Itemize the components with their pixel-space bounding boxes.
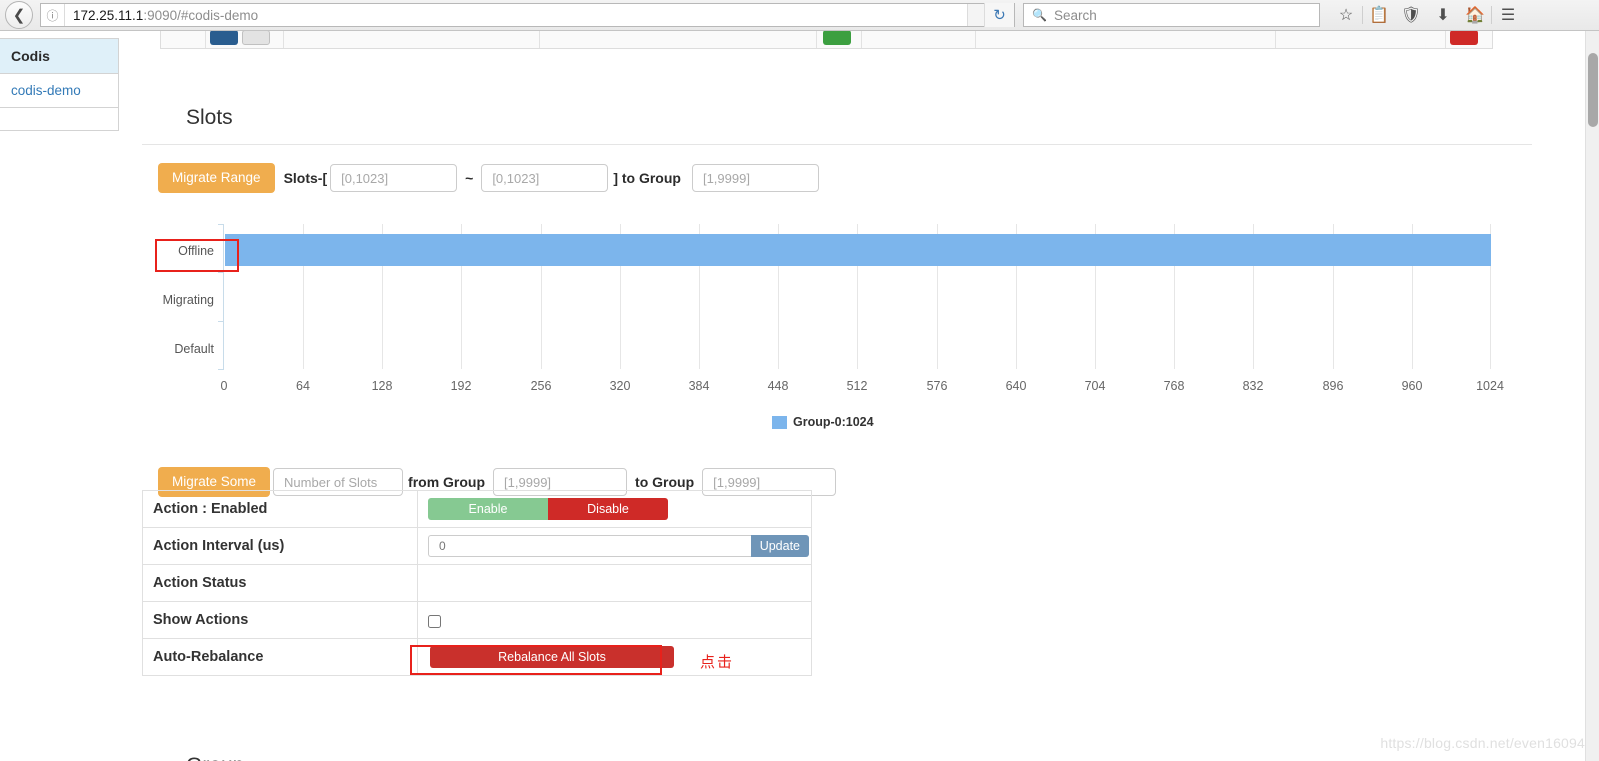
back-arrow-icon[interactable]: ❮ — [5, 1, 33, 29]
sidebar-header: Codis — [0, 39, 118, 74]
migrate-range-button[interactable]: Migrate Range — [158, 163, 275, 194]
chart-xtick-2: 128 — [371, 379, 393, 393]
table-row-action-status: Action Status — [142, 564, 812, 602]
slots-to-input[interactable] — [481, 164, 609, 193]
legend-swatch-group-0 — [772, 415, 787, 429]
chart-ylabel-default: Default — [174, 342, 214, 356]
chart-xtick-8: 512 — [846, 379, 868, 393]
group-section-title: Group — [142, 696, 1532, 761]
update-button[interactable]: Update — [750, 535, 809, 557]
chart-xtick-5: 320 — [609, 379, 631, 393]
row-value-action-status — [417, 564, 812, 602]
pocket-shield-icon[interactable]: 🛡 — [1395, 1, 1427, 29]
show-actions-checkbox[interactable] — [428, 614, 441, 628]
row-label-action-interval: Action Interval (us) — [142, 527, 418, 565]
migrate-range-row: Migrate Range Slots-[ ~ ] to Group — [142, 145, 1532, 194]
row-value-action-interval: Update — [417, 527, 812, 565]
scrollbar-thumb[interactable] — [1588, 53, 1598, 127]
row-label-action-status: Action Status — [142, 564, 418, 602]
disable-button[interactable]: Disable — [548, 498, 668, 520]
chart-xtick-10: 640 — [1005, 379, 1027, 393]
chart-xtick-7: 448 — [767, 379, 789, 393]
menu-hamburger-icon[interactable]: ☰ — [1492, 1, 1524, 29]
chart-xtick-1: 64 — [296, 379, 310, 393]
slots-range-label-suffix: ] to Group — [613, 170, 681, 187]
chart-xtick-4: 256 — [530, 379, 552, 393]
rebalance-button-highlight — [410, 645, 662, 675]
table-row-action-enabled: Action : Enabled Enable Disable — [142, 490, 812, 528]
search-placeholder: Search — [1053, 7, 1097, 23]
table-row-action-interval: Action Interval (us) Update — [142, 527, 812, 565]
url-path: :9090/#codis-demo — [143, 7, 259, 23]
chart-xtick-12: 768 — [1163, 379, 1185, 393]
search-icon: 🔍 — [1032, 8, 1047, 22]
browser-toolbar: ❮ ⓘ 172.25.11.1:9090/#codis-demo ↻ 🔍 Sea… — [0, 0, 1599, 31]
chart-xtick-0: 0 — [220, 379, 228, 393]
row-value-show-actions — [417, 601, 812, 639]
chart-xtick-11: 704 — [1084, 379, 1106, 393]
download-arrow-icon[interactable]: ⬇ — [1427, 1, 1459, 29]
chart-bar-group-0 — [225, 234, 1491, 266]
url-text: 172.25.11.1:9090/#codis-demo — [65, 8, 258, 23]
page-info-icon[interactable]: ⓘ — [41, 4, 65, 26]
browser-toolbar-icons: ☆ 📋 🛡 ⬇ 🏠 ☰ — [1330, 1, 1524, 29]
click-annotation: 点击 — [700, 654, 735, 671]
slots-distribution-chart: Offline Migrating Default 0 64 128 192 2… — [142, 217, 1542, 447]
chart-xtick-16: 1024 — [1476, 379, 1504, 393]
chart-ylabel-migrating: Migrating — [162, 293, 214, 307]
to-group-label: to Group — [635, 474, 695, 491]
main-content: Slots Migrate Range Slots-[ ~ ] to Group — [142, 31, 1532, 194]
chart-xtick-3: 192 — [450, 379, 472, 393]
table-row-show-actions: Show Actions — [142, 601, 812, 639]
home-icon[interactable]: 🏠 — [1459, 1, 1491, 29]
row-label-auto-rebalance: Auto-Rebalance — [142, 638, 418, 676]
legend-label-group-0: Group-0:1024 — [793, 415, 874, 429]
row-label-show-actions: Show Actions — [142, 601, 418, 639]
sidebar-item-codis-demo[interactable]: codis-demo — [0, 74, 118, 108]
enable-button[interactable]: Enable — [428, 498, 548, 520]
from-group-label: from Group — [408, 474, 486, 491]
chart-xtick-14: 896 — [1322, 379, 1344, 393]
bookmark-star-icon[interactable]: ☆ — [1330, 1, 1362, 29]
reload-icon[interactable]: ↻ — [984, 3, 1014, 27]
sidebar: Codis codis-demo — [0, 38, 119, 131]
search-input[interactable]: 🔍 Search — [1023, 3, 1320, 27]
range-separator: ~ — [465, 170, 474, 187]
slots-section-title: Slots — [142, 31, 1532, 145]
sidebar-filler — [0, 108, 118, 130]
chart-plot-area: Offline Migrating Default 0 64 128 192 2… — [163, 224, 1504, 393]
address-bar[interactable]: ⓘ 172.25.11.1:9090/#codis-demo ↻ — [40, 3, 1015, 27]
vertical-scrollbar[interactable] — [1585, 31, 1599, 761]
page-viewport: Codis codis-demo Slots Migrate Range Slo… — [0, 31, 1599, 761]
chart-legend: Group-0:1024 — [772, 415, 874, 429]
reader-mode-icon[interactable] — [967, 4, 984, 26]
watermark-text: https://blog.csdn.net/even160941 — [1380, 735, 1593, 751]
slots-from-input[interactable] — [330, 164, 458, 193]
row-value-action-enabled: Enable Disable — [417, 490, 812, 528]
url-host: 172.25.11.1 — [73, 7, 144, 23]
migrate-range-group-input[interactable] — [691, 164, 819, 193]
slots-range-label-prefix: Slots-[ — [283, 170, 328, 187]
chart-xtick-9: 576 — [926, 379, 948, 393]
chart-xtick-15: 960 — [1401, 379, 1423, 393]
offline-label-highlight — [155, 239, 239, 272]
chart-xtick-6: 384 — [688, 379, 710, 393]
row-label-action-enabled: Action : Enabled — [142, 490, 418, 528]
reader-list-icon[interactable]: 📋 — [1363, 1, 1395, 29]
action-interval-input[interactable] — [428, 535, 751, 557]
chart-xtick-13: 832 — [1242, 379, 1264, 393]
